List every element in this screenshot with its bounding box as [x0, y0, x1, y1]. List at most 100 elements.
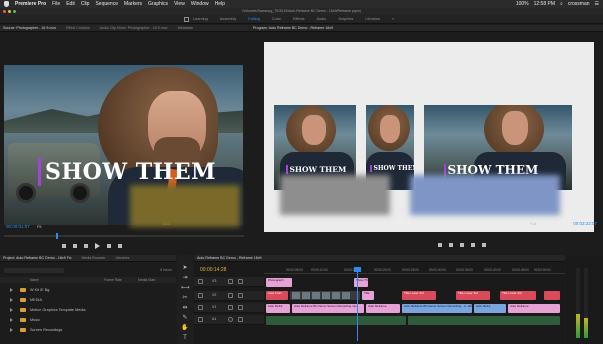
audio-clip[interactable] — [266, 316, 406, 325]
workspace-editing[interactable]: Editing — [248, 17, 260, 21]
timeline-clip[interactable]: Auto Reframe — [508, 304, 560, 313]
minimize-window-icon[interactable] — [8, 10, 11, 13]
solo-icon[interactable] — [238, 317, 243, 322]
selection-tool-icon[interactable]: ➤ — [181, 265, 189, 272]
close-window-icon[interactable] — [3, 10, 6, 13]
battery-status[interactable]: 100% — [516, 1, 529, 7]
step-back-icon[interactable] — [84, 244, 88, 248]
sync-lock-icon[interactable] — [228, 305, 233, 310]
workspace-libraries[interactable]: Libraries — [365, 17, 380, 21]
workspace-learning[interactable]: Learning — [193, 17, 208, 21]
workspace-graphics[interactable]: Graphics — [338, 17, 353, 21]
lock-icon[interactable] — [198, 305, 203, 310]
eye-icon[interactable] — [238, 293, 243, 298]
workspace-assembly[interactable]: Assembly — [220, 17, 236, 21]
hand-tool-icon[interactable]: ✋ — [181, 325, 189, 332]
chevron-right-icon[interactable] — [10, 308, 13, 312]
timeline-clip[interactable]: Auto Reframe — [366, 304, 400, 313]
zoom-window-icon[interactable] — [13, 10, 16, 13]
mark-in-icon[interactable] — [62, 244, 66, 248]
tab-metadata[interactable]: Metadata — [178, 26, 193, 30]
track-select-icon[interactable]: ⇥ — [181, 275, 189, 282]
column-name[interactable]: Name — [30, 278, 39, 282]
project-search-input[interactable] — [4, 268, 64, 273]
timeline-clip[interactable]: Title Lower 3rd — [402, 291, 436, 300]
workspace-color[interactable]: Color — [272, 17, 281, 21]
lift-icon[interactable] — [438, 243, 442, 247]
export-frame-icon[interactable] — [460, 243, 464, 247]
timeline-playhead[interactable] — [354, 267, 361, 341]
chevron-right-icon[interactable] — [10, 328, 13, 332]
apple-icon[interactable] — [4, 1, 9, 7]
sync-lock-icon[interactable] — [228, 279, 233, 284]
track-header-v2[interactable]: V2 — [194, 291, 264, 301]
menu-view[interactable]: View — [174, 1, 185, 7]
chevron-right-icon[interactable] — [10, 298, 13, 302]
tab-source[interactable]: Source: Photographer - 16 9.mov — [3, 26, 56, 30]
column-frame-rate[interactable]: Frame Rate — [104, 278, 122, 282]
step-forward-icon[interactable] — [107, 244, 111, 248]
home-icon[interactable] — [184, 17, 189, 22]
eye-icon[interactable] — [238, 305, 243, 310]
tab-effect-controls[interactable]: Effect Controls — [66, 26, 90, 30]
audio-clip[interactable] — [408, 316, 560, 325]
menu-graphics[interactable]: Graphics — [148, 1, 168, 7]
tab-sequence[interactable]: Auto Reframe BC Demo - Reframe 16x9 — [197, 256, 262, 260]
slip-tool-icon[interactable]: ⇹ — [181, 305, 189, 312]
app-menu[interactable]: Premiere Pro — [15, 1, 46, 7]
list-icon[interactable]: ☰ — [595, 1, 599, 7]
extract-icon[interactable] — [449, 243, 453, 247]
menu-sequence[interactable]: Sequence — [95, 1, 118, 7]
bin-row[interactable]: W Kit IE Bg — [0, 286, 176, 294]
timeline-clip[interactable]: Auto Fram — [266, 291, 288, 300]
timeline-clip[interactable]: Auto Reframe BC Demo Screen Recording - … — [402, 304, 472, 313]
insert-icon[interactable] — [118, 244, 122, 248]
mute-icon[interactable] — [228, 317, 233, 322]
comparison-view-icon[interactable] — [471, 243, 475, 247]
source-scrub-bar[interactable] — [4, 233, 244, 239]
tab-project[interactable]: Project: Auto Reframe BC Demo - 16x9 Fix — [3, 256, 72, 260]
workspace-audio[interactable]: Audio — [317, 17, 327, 21]
track-header-v3[interactable]: V3 — [194, 277, 264, 287]
lock-icon[interactable] — [198, 293, 203, 298]
timeline-clip[interactable]: Title Lower 3rd — [456, 291, 490, 300]
source-playhead[interactable] — [56, 233, 58, 239]
column-media-start[interactable]: Media Start — [138, 278, 155, 282]
timeline-clip[interactable]: Auto Refra — [266, 304, 290, 313]
sync-lock-icon[interactable] — [228, 293, 233, 298]
track-header-a1[interactable]: A1 — [194, 315, 264, 325]
eye-icon[interactable] — [238, 279, 243, 284]
tab-media-browser[interactable]: Media Browser — [82, 256, 106, 260]
chevron-right-icon[interactable] — [10, 318, 13, 322]
lock-icon[interactable] — [198, 279, 203, 284]
search-icon[interactable]: ⌕ — [560, 1, 563, 7]
bin-row[interactable]: MEDIA — [0, 296, 176, 304]
lock-icon[interactable] — [198, 317, 203, 322]
source-fit-dropdown[interactable]: Fit — [37, 224, 41, 229]
timeline-timecode[interactable]: 00:00:14:28 — [200, 267, 226, 273]
more-workspaces-icon[interactable]: » — [392, 17, 394, 21]
tab-program[interactable]: Program: Auto Reframe BC Demo - Reframe … — [253, 26, 333, 30]
clock[interactable]: 12:58 PM — [534, 1, 555, 7]
type-tool-icon[interactable]: T — [181, 335, 189, 342]
program-fit-dropdown[interactable]: Full — [530, 221, 536, 226]
chevron-right-icon[interactable] — [10, 288, 13, 292]
ripple-edit-icon[interactable]: ⟷ — [181, 285, 190, 292]
timeline-clip[interactable] — [544, 291, 560, 300]
play-icon[interactable] — [95, 243, 100, 249]
timeline-clip[interactable]: Photograph — [266, 278, 292, 287]
time-ruler[interactable]: 00:00:05:00 00:00:10:00 00:00:15:00 00:0… — [264, 268, 565, 274]
source-timecode[interactable]: 00:00:01:07 — [6, 224, 30, 229]
tab-libraries[interactable]: Libraries — [115, 256, 129, 260]
mark-out-icon[interactable] — [73, 244, 77, 248]
menu-help[interactable]: Help — [215, 1, 225, 7]
menu-markers[interactable]: Markers — [124, 1, 142, 7]
menu-file[interactable]: File — [52, 1, 60, 7]
workspace-effects[interactable]: Effects — [293, 17, 305, 21]
timeline-clip[interactable]: Auto Reframe BC Demo Screen Recording.mp… — [292, 304, 364, 313]
bin-row[interactable]: Music — [0, 316, 176, 324]
menu-edit[interactable]: Edit — [66, 1, 75, 7]
razor-tool-icon[interactable]: ✂ — [181, 295, 189, 302]
menu-window[interactable]: Window — [191, 1, 209, 7]
menu-clip[interactable]: Clip — [81, 1, 90, 7]
